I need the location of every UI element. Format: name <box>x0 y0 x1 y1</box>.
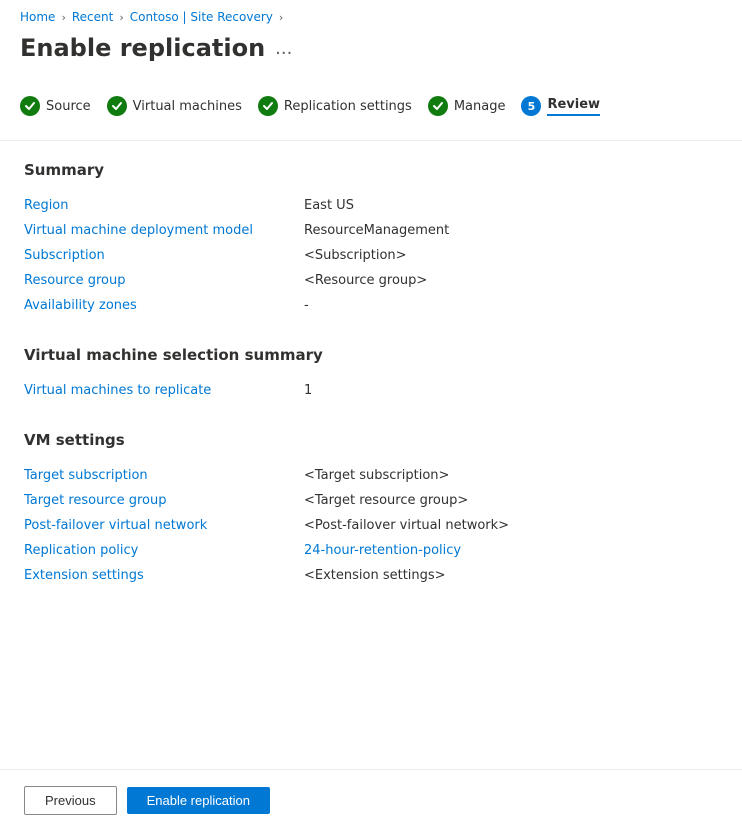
table-row: Subscription <Subscription> <box>24 243 718 268</box>
table-row: Target resource group <Target resource g… <box>24 488 718 513</box>
page-header: Enable replication ... <box>0 30 742 82</box>
summary-deployment-value: ResourceManagement <box>304 218 718 243</box>
vm-selection-section: Virtual machine selection summary Virtua… <box>24 346 718 403</box>
table-row: Virtual machines to replicate 1 <box>24 378 718 403</box>
step-manage-label: Manage <box>454 99 506 114</box>
step-manage-check-icon <box>428 96 448 116</box>
vm-settings-table: Target subscription <Target subscription… <box>24 463 718 588</box>
target-sub-label: Target subscription <box>24 463 304 488</box>
summary-az-label: Availability zones <box>24 293 304 318</box>
table-row: Target subscription <Target subscription… <box>24 463 718 488</box>
vm-selection-title: Virtual machine selection summary <box>24 346 718 364</box>
target-rg-value: <Target resource group> <box>304 488 718 513</box>
step-review[interactable]: 5 Review <box>521 92 616 120</box>
target-rg-label: Target resource group <box>24 488 304 513</box>
summary-region-label: Region <box>24 193 304 218</box>
step-vms-check-icon <box>107 96 127 116</box>
target-sub-value: <Target subscription> <box>304 463 718 488</box>
vm-settings-section: VM settings Target subscription <Target … <box>24 431 718 588</box>
summary-rg-label: Resource group <box>24 268 304 293</box>
ext-settings-label: Extension settings <box>24 563 304 588</box>
vm-selection-table: Virtual machines to replicate 1 <box>24 378 718 403</box>
rep-policy-value[interactable]: 24-hour-retention-policy <box>304 538 718 563</box>
breadcrumb-home[interactable]: Home <box>20 10 55 24</box>
step-source[interactable]: Source <box>20 92 107 120</box>
breadcrumb-sep-2: › <box>119 11 123 24</box>
step-replication-settings[interactable]: Replication settings <box>258 92 428 120</box>
summary-subscription-value: <Subscription> <box>304 243 718 268</box>
summary-az-value: - <box>304 293 718 318</box>
vm-to-replicate-value: 1 <box>304 378 718 403</box>
step-rep-settings-label: Replication settings <box>284 99 412 114</box>
wizard-steps: Source Virtual machines Replication sett… <box>0 82 742 141</box>
breadcrumb: Home › Recent › Contoso | Site Recovery … <box>0 0 742 30</box>
summary-subscription-label: Subscription <box>24 243 304 268</box>
table-row: Replication policy 24-hour-retention-pol… <box>24 538 718 563</box>
post-failover-vnet-value: <Post-failover virtual network> <box>304 513 718 538</box>
main-content: Summary Region East US Virtual machine d… <box>0 161 742 636</box>
summary-section: Summary Region East US Virtual machine d… <box>24 161 718 318</box>
table-row: Post-failover virtual network <Post-fail… <box>24 513 718 538</box>
breadcrumb-sep-1: › <box>61 11 65 24</box>
previous-button[interactable]: Previous <box>24 786 117 815</box>
table-row: Availability zones - <box>24 293 718 318</box>
post-failover-vnet-label: Post-failover virtual network <box>24 513 304 538</box>
step-source-label: Source <box>46 99 91 114</box>
rep-policy-label: Replication policy <box>24 538 304 563</box>
table-row: Resource group <Resource group> <box>24 268 718 293</box>
summary-region-value: East US <box>304 193 718 218</box>
table-row: Extension settings <Extension settings> <box>24 563 718 588</box>
vm-to-replicate-label: Virtual machines to replicate <box>24 378 304 403</box>
summary-rg-value: <Resource group> <box>304 268 718 293</box>
step-source-check-icon <box>20 96 40 116</box>
ext-settings-value: <Extension settings> <box>304 563 718 588</box>
step-vms-label: Virtual machines <box>133 99 242 114</box>
more-options-icon[interactable]: ... <box>275 38 292 59</box>
breadcrumb-sep-3: › <box>279 11 283 24</box>
summary-table: Region East US Virtual machine deploymen… <box>24 193 718 318</box>
step-manage[interactable]: Manage <box>428 92 522 120</box>
step-rep-settings-check-icon <box>258 96 278 116</box>
summary-title: Summary <box>24 161 718 179</box>
table-row: Region East US <box>24 193 718 218</box>
enable-replication-button[interactable]: Enable replication <box>127 787 270 814</box>
table-row: Virtual machine deployment model Resourc… <box>24 218 718 243</box>
page-title: Enable replication <box>20 34 265 62</box>
step-review-num-icon: 5 <box>521 96 541 116</box>
breadcrumb-contoso[interactable]: Contoso | Site Recovery <box>130 10 273 24</box>
step-virtual-machines[interactable]: Virtual machines <box>107 92 258 120</box>
footer: Previous Enable replication <box>0 769 742 831</box>
step-review-label: Review <box>547 97 600 116</box>
breadcrumb-recent[interactable]: Recent <box>72 10 113 24</box>
summary-deployment-label: Virtual machine deployment model <box>24 218 304 243</box>
vm-settings-title: VM settings <box>24 431 718 449</box>
